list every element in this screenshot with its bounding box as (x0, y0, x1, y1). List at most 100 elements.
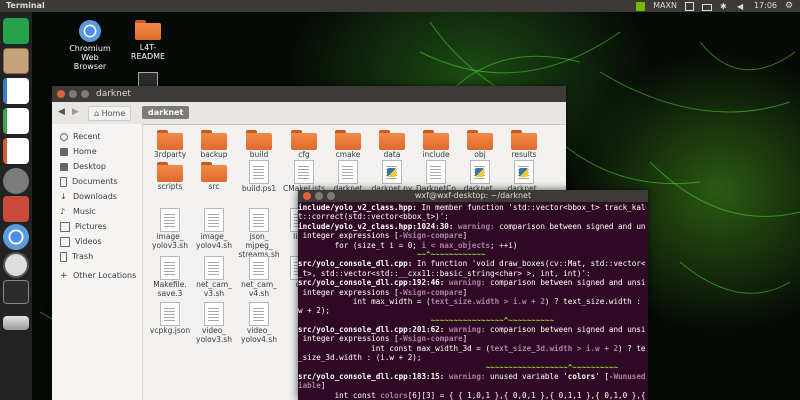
sidebar-item-documents[interactable]: Documents (60, 175, 118, 189)
file-item-src[interactable]: src (192, 162, 236, 191)
clock[interactable]: 17:06 (754, 0, 777, 12)
file-item-darknet-1[interactable]: darknet_ (458, 160, 502, 193)
sidebar-item-desktop[interactable]: Desktop (60, 160, 106, 174)
terminal-text-segment: warning: (444, 278, 486, 288)
file-item-image-yolov4[interactable]: image_ yolov4.sh (192, 208, 236, 250)
minimize-button[interactable] (315, 192, 323, 200)
libreoffice-writer-icon[interactable] (3, 78, 29, 104)
file-item-3rdparty[interactable]: 3rdparty (148, 130, 192, 159)
settings-tools-icon[interactable] (3, 196, 29, 222)
file-item-makefile-save3[interactable]: Makefile. save.3 (148, 256, 192, 298)
sidebar-item-trash[interactable]: Trash (60, 250, 93, 264)
file-item-cmake[interactable]: cmake (326, 130, 370, 159)
binary-file-icon (338, 160, 358, 184)
file-item-scripts[interactable]: scripts (148, 162, 192, 191)
terminal-output[interactable]: include/yolo_v2_class.hpp: In member fun… (298, 203, 646, 400)
terminal-icon[interactable] (3, 280, 29, 304)
sidebar-item-other-locations[interactable]: + Other Locations (60, 269, 136, 283)
terminal-text-segment: t::correct(std::vector<bbox_t>)': (298, 212, 449, 222)
file-item-include[interactable]: include (414, 130, 458, 159)
bluetooth-icon[interactable]: ✱ (720, 2, 729, 11)
terminal-text-segment: ) ? text (618, 343, 646, 353)
path-bar-home[interactable]: ⌂ Home (88, 106, 132, 121)
terminal-titlebar[interactable]: wxf@wxf-desktop: ~/darknet (298, 190, 648, 202)
file-item-json-mjpeg-streams[interactable]: json_ mjpeg_ streams.sh (237, 208, 281, 259)
file-item-video-yolov4[interactable]: video_ yolov4.sh (237, 302, 281, 344)
libreoffice-impress-icon[interactable] (3, 138, 29, 164)
sidebar-item-downloads[interactable]: ↓ Downloads (60, 190, 117, 204)
file-item-backup[interactable]: backup (192, 130, 236, 159)
back-button[interactable]: ◀ (58, 107, 65, 117)
folder-icon (157, 162, 183, 182)
power-mode-indicator[interactable]: MAXN (653, 0, 677, 12)
chromium-icon (79, 20, 101, 42)
file-item-build[interactable]: build (237, 130, 281, 159)
desktop-icon-chromium[interactable]: Chromium Web Browser (60, 20, 120, 71)
file-item-darknet-py[interactable]: darknet.py (370, 160, 414, 193)
settings-gear-icon[interactable]: ⚙ (785, 1, 794, 11)
drive-icon[interactable] (3, 316, 29, 330)
nvidia-icon[interactable] (636, 1, 646, 11)
file-label: json_ mjpeg_ streams.sh (238, 232, 280, 259)
file-label: data (383, 150, 401, 159)
network-icon[interactable] (684, 1, 694, 11)
terminal-line: ~~~~~~~~~~~~~~~~^~~~~~~~~~~ (298, 316, 646, 325)
download-icon: ↓ (60, 192, 67, 201)
sidebar-item-label: Videos (75, 237, 102, 246)
terminal-text-segment: _size_3d.width : (i.w + 2); (298, 353, 422, 363)
close-button[interactable] (303, 192, 311, 200)
file-item-image-yolov3[interactable]: image_ yolov3.sh (148, 208, 192, 250)
forward-button[interactable]: ▶ (72, 107, 79, 117)
sidebar-item-pictures[interactable]: Pictures (60, 220, 107, 234)
desktop-icon-l4t-readme[interactable]: L4T- README (118, 20, 178, 61)
sidebar-item-videos[interactable]: Videos (60, 235, 102, 249)
script-file-icon (249, 256, 269, 280)
file-item-darknet-2[interactable]: darknet_ (502, 160, 546, 193)
text-file-icon (294, 160, 314, 184)
terminal-text-segment: src/yolo_console_dll.cpp: (298, 259, 413, 269)
script-file-icon (249, 208, 269, 232)
keyboard-icon[interactable] (701, 3, 712, 11)
desktop-icon-label: Browser (73, 62, 107, 71)
terminal-line: int max_width = (text_size.width > i.w +… (298, 297, 646, 306)
path-bar-current[interactable]: darknet (142, 106, 190, 119)
maximize-button[interactable] (81, 90, 89, 98)
minimize-button[interactable] (69, 90, 77, 98)
terminal-line: src/yolo_console_dll.cpp: In function 'v… (298, 259, 646, 268)
terminal-line: int const max_width_3d = (text_size_3d.w… (298, 344, 646, 353)
chromium-icon[interactable] (3, 224, 29, 250)
file-item-results[interactable]: results (502, 130, 546, 159)
libreoffice-calc-icon[interactable] (3, 108, 29, 134)
maximize-button[interactable] (327, 192, 335, 200)
terminal-text-segment: int const max_width_3d = ( (298, 343, 491, 353)
terminal-text-segment: ' [ (595, 372, 609, 382)
files-app-icon[interactable] (3, 48, 29, 74)
ubuntu-dash-icon[interactable] (3, 18, 29, 44)
file-item-net-cam-v4[interactable]: net_cam_ v4.sh (237, 256, 281, 298)
terminal-text-segment: include/yolo_v2_class.hpp:1024:30: (298, 221, 454, 231)
close-button[interactable] (57, 90, 65, 98)
volume-icon[interactable]: ◀ (737, 2, 746, 11)
window-titlebar[interactable]: darknet (52, 86, 566, 102)
folder-icon (379, 130, 405, 150)
terminal-text-segment: src/yolo_console_dll.cpp:192:46: (298, 278, 445, 288)
sidebar-item-home[interactable]: Home (60, 145, 97, 159)
file-item-net-cam-v3[interactable]: net_cam_ v3.sh (192, 256, 236, 298)
file-item-vcpkg-json[interactable]: vcpkg.json (148, 302, 192, 335)
sidebar-item-music[interactable]: ♪ Music (60, 205, 96, 219)
file-item-data[interactable]: data (370, 130, 414, 159)
file-item-cfg[interactable]: cfg (282, 130, 326, 159)
file-label: include (422, 150, 450, 159)
file-item-build-ps1[interactable]: build.ps1 (237, 160, 281, 193)
file-item-cmakelists[interactable]: CMakeLists (282, 160, 326, 193)
file-item-darknetco[interactable]: DarknetCo (414, 160, 458, 193)
file-item-darknet[interactable]: darknet (326, 160, 370, 193)
file-item-video-yolov3[interactable]: video_ yolov3.sh (192, 302, 236, 344)
software-updater-icon[interactable] (3, 252, 29, 278)
terminal-text-segment: -Wunused-var (608, 372, 646, 382)
system-settings-icon[interactable] (3, 168, 29, 194)
indicator-area: MAXN ✱ ◀ 17:06 ⚙ (636, 0, 794, 12)
sidebar-item-label: Home (73, 147, 97, 156)
sidebar-item-recent[interactable]: Recent (60, 130, 101, 144)
file-item-obj[interactable]: obj (458, 130, 502, 159)
